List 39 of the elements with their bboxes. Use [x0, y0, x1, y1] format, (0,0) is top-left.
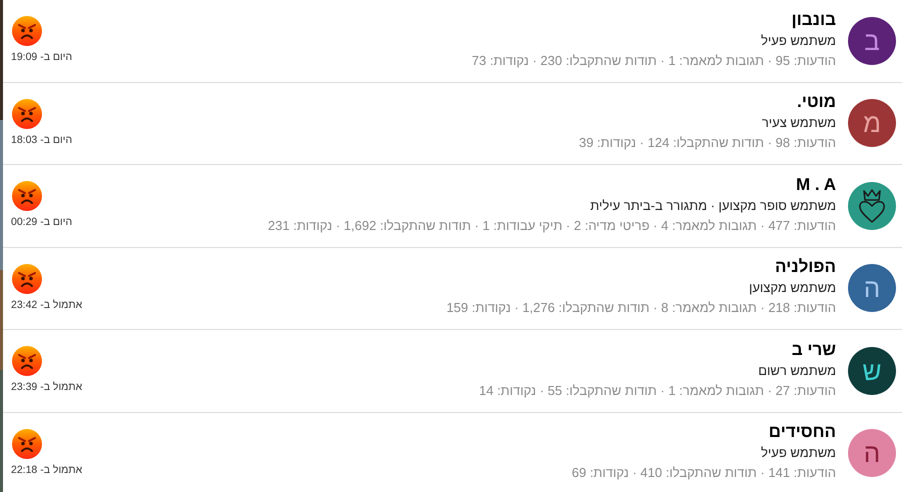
- timestamp: היום ב- 19:09: [11, 50, 72, 66]
- member-title: משתמש מקצוען: [748, 279, 836, 298]
- angry-face-icon: [11, 345, 43, 378]
- avatar-letter: ש: [862, 356, 882, 386]
- angry-face-icon: [11, 428, 43, 460]
- avatar-letter: ב: [864, 26, 880, 56]
- member-title: משתמש פעיל: [761, 32, 836, 50]
- crowned-heart-icon: [857, 188, 887, 224]
- member-name[interactable]: החסידים: [768, 421, 836, 444]
- member-title: משתמש פעיל: [761, 444, 836, 462]
- avatar-letter: ה: [864, 273, 880, 304]
- timestamp: היום ב- 18:03: [11, 132, 72, 148]
- member-name[interactable]: בונבון: [792, 8, 836, 31]
- avatar-letter: מ: [863, 108, 881, 138]
- member-stats: הודעות: 95 · תגובות למאמר: 1 · תודות שהתקבלו: 230 · נקודות: 73: [472, 52, 836, 70]
- angry-face-icon: [11, 262, 43, 295]
- angry-face-icon: [11, 98, 43, 130]
- member-name[interactable]: M . A: [796, 174, 836, 196]
- member-title: משתמש צעיר: [762, 114, 836, 132]
- member-name[interactable]: שרי ב: [792, 338, 836, 361]
- timestamp: היום ב- 00:29: [11, 215, 72, 230]
- member-stats: הודעות: 218 · תגובות למאמר: 8 · תודות שהתקבלו: 1,276 · נקודות: 159: [446, 299, 836, 318]
- member-stats: הודעות: 477 · תגובות למאמר: 4 · פריטי מדיה: 2 · תיקי עבודות: 1 · תודות שהתקבלו: 1,692 · נקודות: 231: [268, 216, 836, 235]
- member-name[interactable]: מוטי.: [796, 91, 836, 114]
- timestamp: אתמול ב- 22:18: [11, 462, 82, 478]
- avatar[interactable]: ב: [848, 16, 896, 65]
- avatar[interactable]: ש: [848, 346, 896, 395]
- member-stats: הודעות: 98 · תודות שהתקבלו: 124 · נקודות: 39: [578, 134, 836, 152]
- avatar[interactable]: [848, 182, 896, 230]
- member-stats: הודעות: 141 · תודות שהתקבלו: 410 · נקודות: 69: [572, 464, 836, 482]
- member-title: משתמש סופר מקצוען · מתגורר ב-ביתר עילית: [590, 196, 836, 215]
- timestamp: אתמול ב- 23:39: [11, 380, 82, 396]
- avatar-letter: ה: [864, 438, 880, 468]
- angry-face-icon: [11, 15, 43, 48]
- timestamp: אתמול ב- 23:42: [11, 298, 82, 313]
- angry-face-icon: [11, 180, 43, 212]
- member-name[interactable]: הפולניה: [774, 256, 836, 278]
- member-title: משתמש רשום: [758, 362, 836, 380]
- member-stats: הודעות: 27 · תגובות למאמר: 1 · תודות שהתקבלו: 55 · נקודות: 14: [478, 382, 836, 400]
